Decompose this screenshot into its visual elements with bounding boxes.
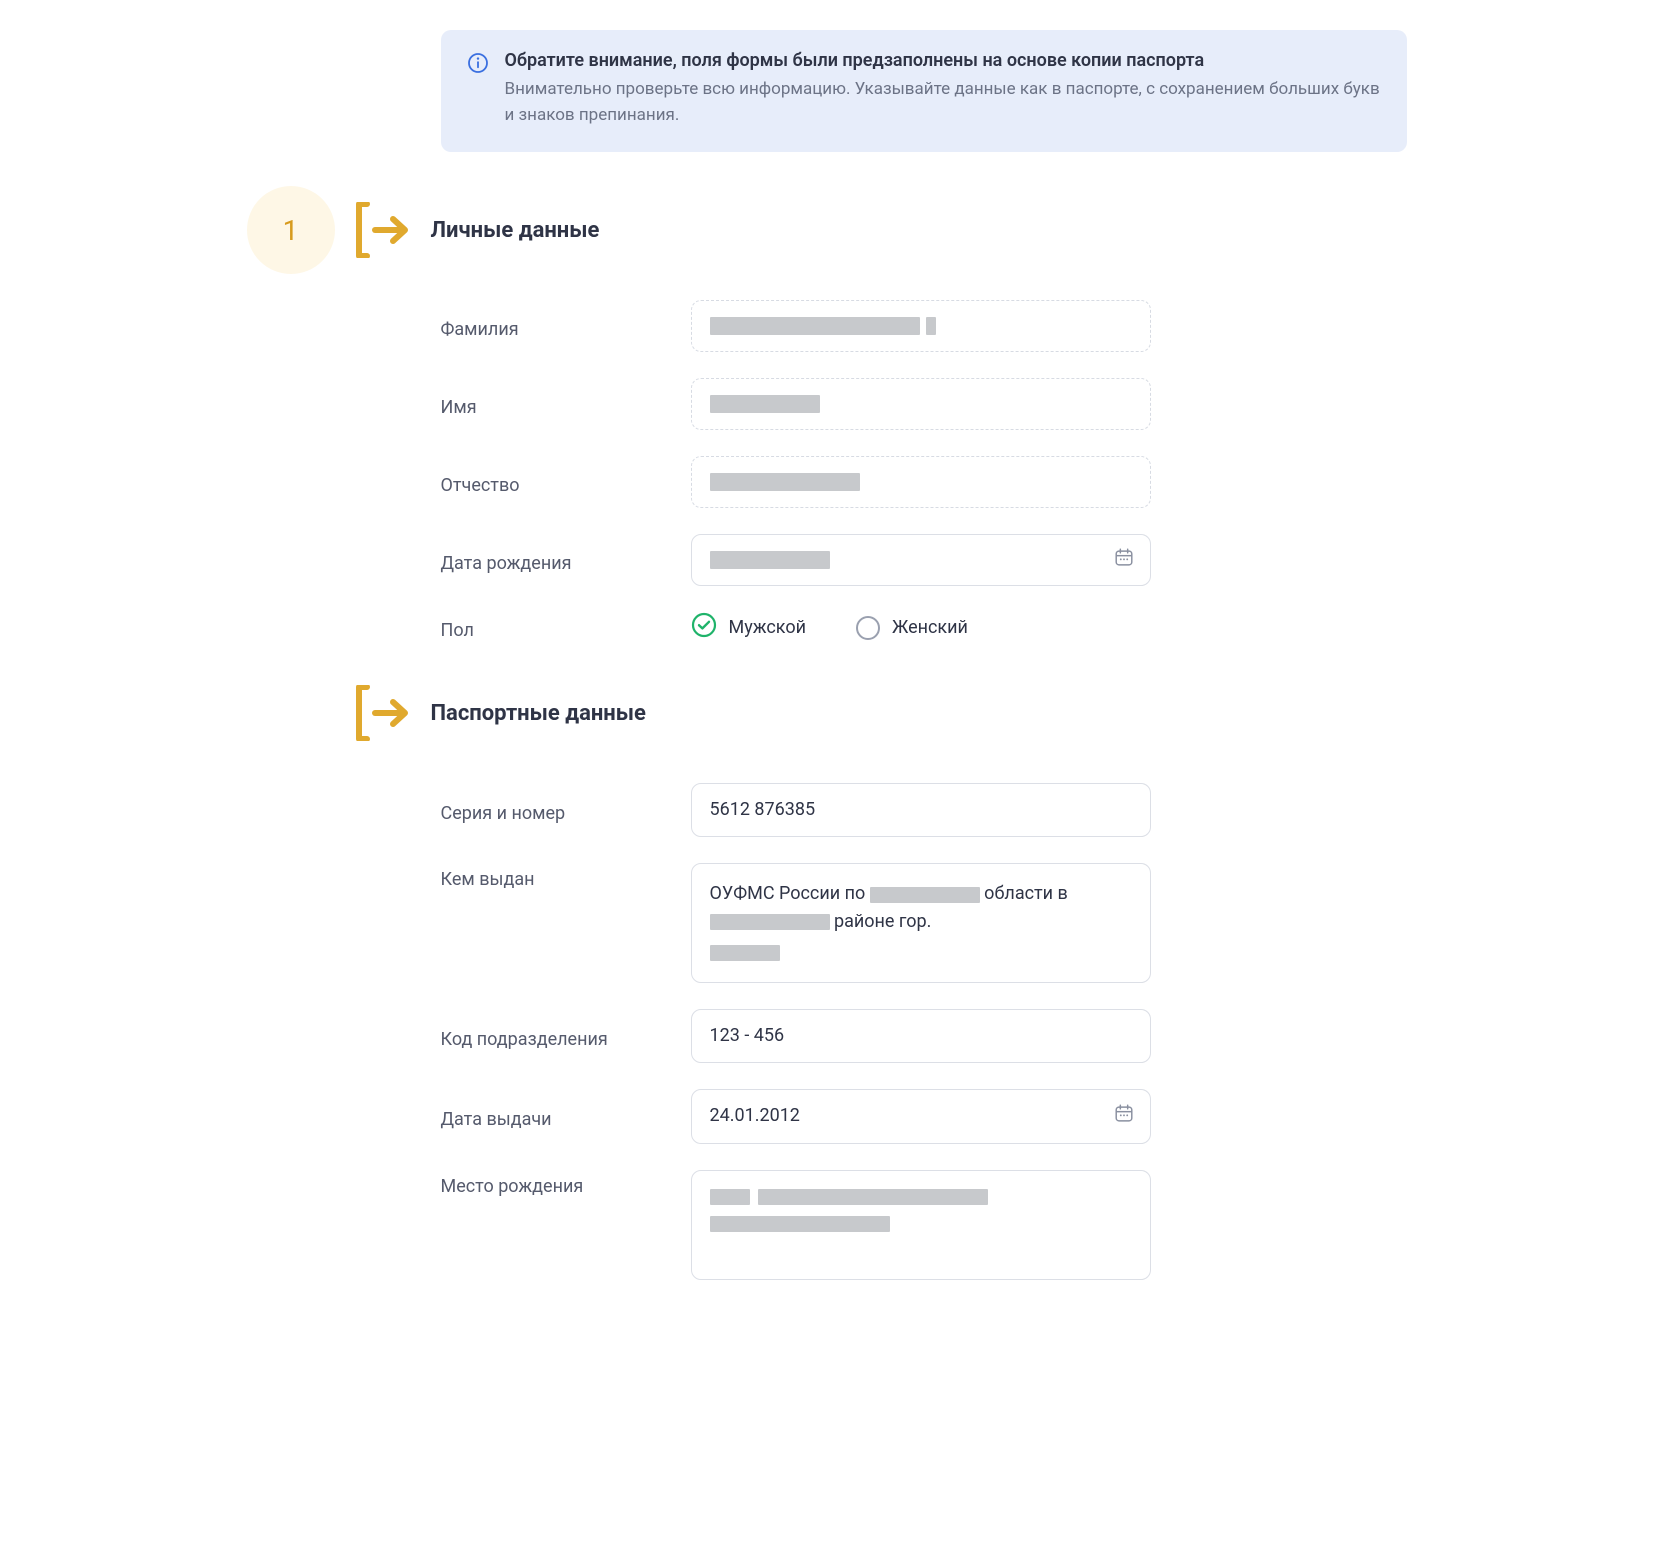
redacted-bar <box>710 914 830 930</box>
label-surname: Фамилия <box>441 313 671 340</box>
redacted-bar <box>758 1189 988 1205</box>
bracket-arrow-icon <box>353 685 413 741</box>
gender-female-radio[interactable]: Женский <box>856 616 968 640</box>
redacted-bar <box>710 1216 890 1232</box>
patronymic-input[interactable] <box>691 456 1151 508</box>
issued-by-text-1: ОУФМС России по <box>710 883 870 904</box>
label-series-number: Серия и номер <box>441 797 671 824</box>
label-birthplace: Место рождения <box>441 1170 671 1197</box>
radio-empty-icon <box>856 616 880 640</box>
issued-by-text-2: области в <box>980 883 1068 904</box>
redacted-bar <box>710 551 830 569</box>
redacted-bar <box>926 317 936 335</box>
section-head-personal: 1 Личные данные <box>247 186 1407 274</box>
label-patronymic: Отчество <box>441 469 671 496</box>
info-title: Обратите внимание, поля формы были предз… <box>505 50 1381 71</box>
issue-date-input[interactable] <box>691 1089 1151 1143</box>
series-number-input[interactable] <box>691 783 1151 837</box>
birthplace-input[interactable] <box>691 1170 1151 1280</box>
label-birthdate: Дата рождения <box>441 547 671 574</box>
label-name: Имя <box>441 391 671 418</box>
gender-radio-group: Мужской Женский <box>691 612 1151 643</box>
label-issue-date: Дата выдачи <box>441 1103 671 1130</box>
info-box: Обратите внимание, поля формы были предз… <box>441 30 1407 152</box>
birthdate-input[interactable] <box>691 534 1151 586</box>
gender-male-radio[interactable]: Мужской <box>691 612 806 643</box>
label-issued-by: Кем выдан <box>441 863 671 890</box>
section-title-personal: Личные данные <box>431 218 600 243</box>
issued-by-input[interactable]: ОУФМС России по области в районе гор. <box>691 863 1151 983</box>
redacted-bar <box>710 473 860 491</box>
redacted-bar <box>710 1189 750 1205</box>
redacted-bar <box>710 317 920 335</box>
redacted-bar <box>870 887 980 903</box>
issued-by-text-3: районе гор. <box>830 911 932 932</box>
check-circle-icon <box>691 612 717 643</box>
surname-input[interactable] <box>691 300 1151 352</box>
label-dept-code: Код подразделения <box>441 1023 671 1050</box>
dept-code-input[interactable] <box>691 1009 1151 1063</box>
info-body: Внимательно проверьте всю информацию. Ук… <box>505 77 1381 128</box>
redacted-bar <box>710 395 820 413</box>
step-spacer <box>247 669 335 757</box>
gender-male-label: Мужской <box>729 617 806 638</box>
name-input[interactable] <box>691 378 1151 430</box>
section-title-passport: Паспортные данные <box>431 701 646 726</box>
redacted-bar <box>710 945 780 961</box>
gender-female-label: Женский <box>892 617 968 638</box>
label-gender: Пол <box>441 614 671 641</box>
info-circle-icon <box>467 52 489 128</box>
bracket-arrow-icon <box>353 202 413 258</box>
section-head-passport: Паспортные данные <box>247 669 1407 757</box>
step-badge: 1 <box>247 186 335 274</box>
